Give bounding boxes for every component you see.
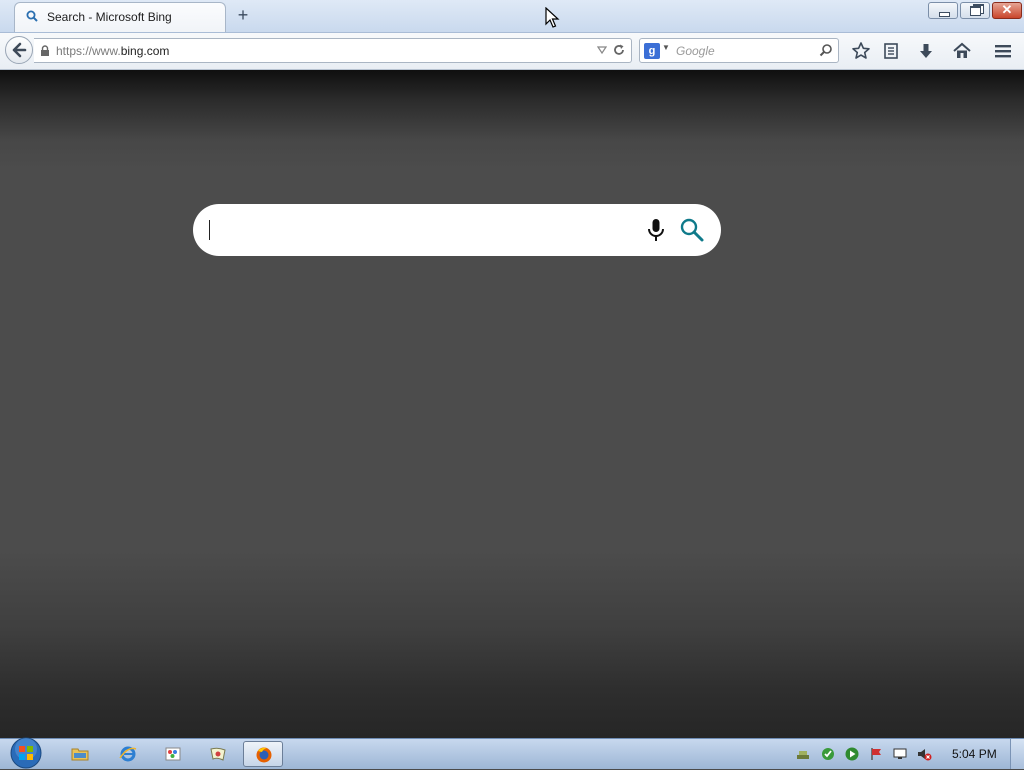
firefox-icon [256,747,272,763]
download-icon[interactable] [916,41,936,61]
search-icon [26,10,38,22]
url-text: https://www.bing.com [56,44,169,58]
google-engine-icon[interactable]: g [644,43,660,59]
navigation-toolbar: https://www.bing.com g ▼ Google [0,33,1024,70]
minimize-icon [939,12,950,17]
network-icon[interactable] [795,746,811,762]
taskbar-app-internet-explorer[interactable] [108,741,148,767]
reload-icon[interactable] [612,43,626,57]
search-go-icon[interactable] [819,43,833,57]
taskbar-clock[interactable]: 5:04 PM [952,747,997,761]
taskbar-app-firefox[interactable] [243,741,283,767]
close-icon: ✕ [1001,2,1013,17]
back-arrow-icon [12,42,27,58]
new-tab-button[interactable]: + [234,6,252,24]
bookmark-star-icon[interactable] [851,41,871,61]
lock-icon [41,45,49,56]
taskbar-app-snipping-tool[interactable] [198,741,238,767]
windows-taskbar: 5:04 PM [0,736,1024,770]
taskbar-app-explorer[interactable] [60,741,100,767]
window-controls: ✕ [928,2,1022,20]
search-bar[interactable]: g ▼ Google [639,38,839,63]
bing-search-box[interactable] [193,204,721,256]
taskbar-app-paint[interactable] [153,741,193,767]
history-dropdown-icon[interactable] [597,45,607,55]
display-icon[interactable] [892,746,908,762]
close-button[interactable]: ✕ [992,2,1022,19]
microphone-icon[interactable] [645,217,667,243]
browser-title-bar: Search - Microsoft Bing + ✕ [0,0,1024,33]
restore-button[interactable] [960,2,990,19]
search-placeholder: Google [676,44,715,58]
volume-muted-icon[interactable] [916,746,932,762]
flag-icon[interactable] [868,746,884,762]
text-caret [209,220,210,240]
snipping-tool-icon [210,747,226,761]
search-icon[interactable] [679,217,705,243]
engine-dropdown-icon[interactable]: ▼ [662,43,670,52]
paint-icon [165,747,181,761]
tab-bing-search[interactable]: Search - Microsoft Bing [14,2,226,32]
internet-explorer-icon [119,746,137,762]
menu-icon[interactable] [993,41,1013,61]
minimize-button[interactable] [928,2,958,19]
reader-list-icon[interactable] [881,41,901,61]
mouse-cursor-icon [545,7,560,28]
home-icon[interactable] [952,41,972,61]
restore-icon [970,6,981,16]
url-scheme: https://www. [56,44,121,58]
show-desktop-button[interactable] [1010,739,1024,769]
folder-icon [71,748,89,761]
security-icon[interactable] [820,746,836,762]
media-icon[interactable] [844,746,860,762]
start-button-icon[interactable] [8,736,44,770]
address-bar[interactable]: https://www.bing.com [34,38,632,63]
tab-title: Search - Microsoft Bing [47,10,172,24]
back-button[interactable] [5,36,33,64]
bing-page [0,70,1024,738]
url-host: bing.com [120,44,170,58]
